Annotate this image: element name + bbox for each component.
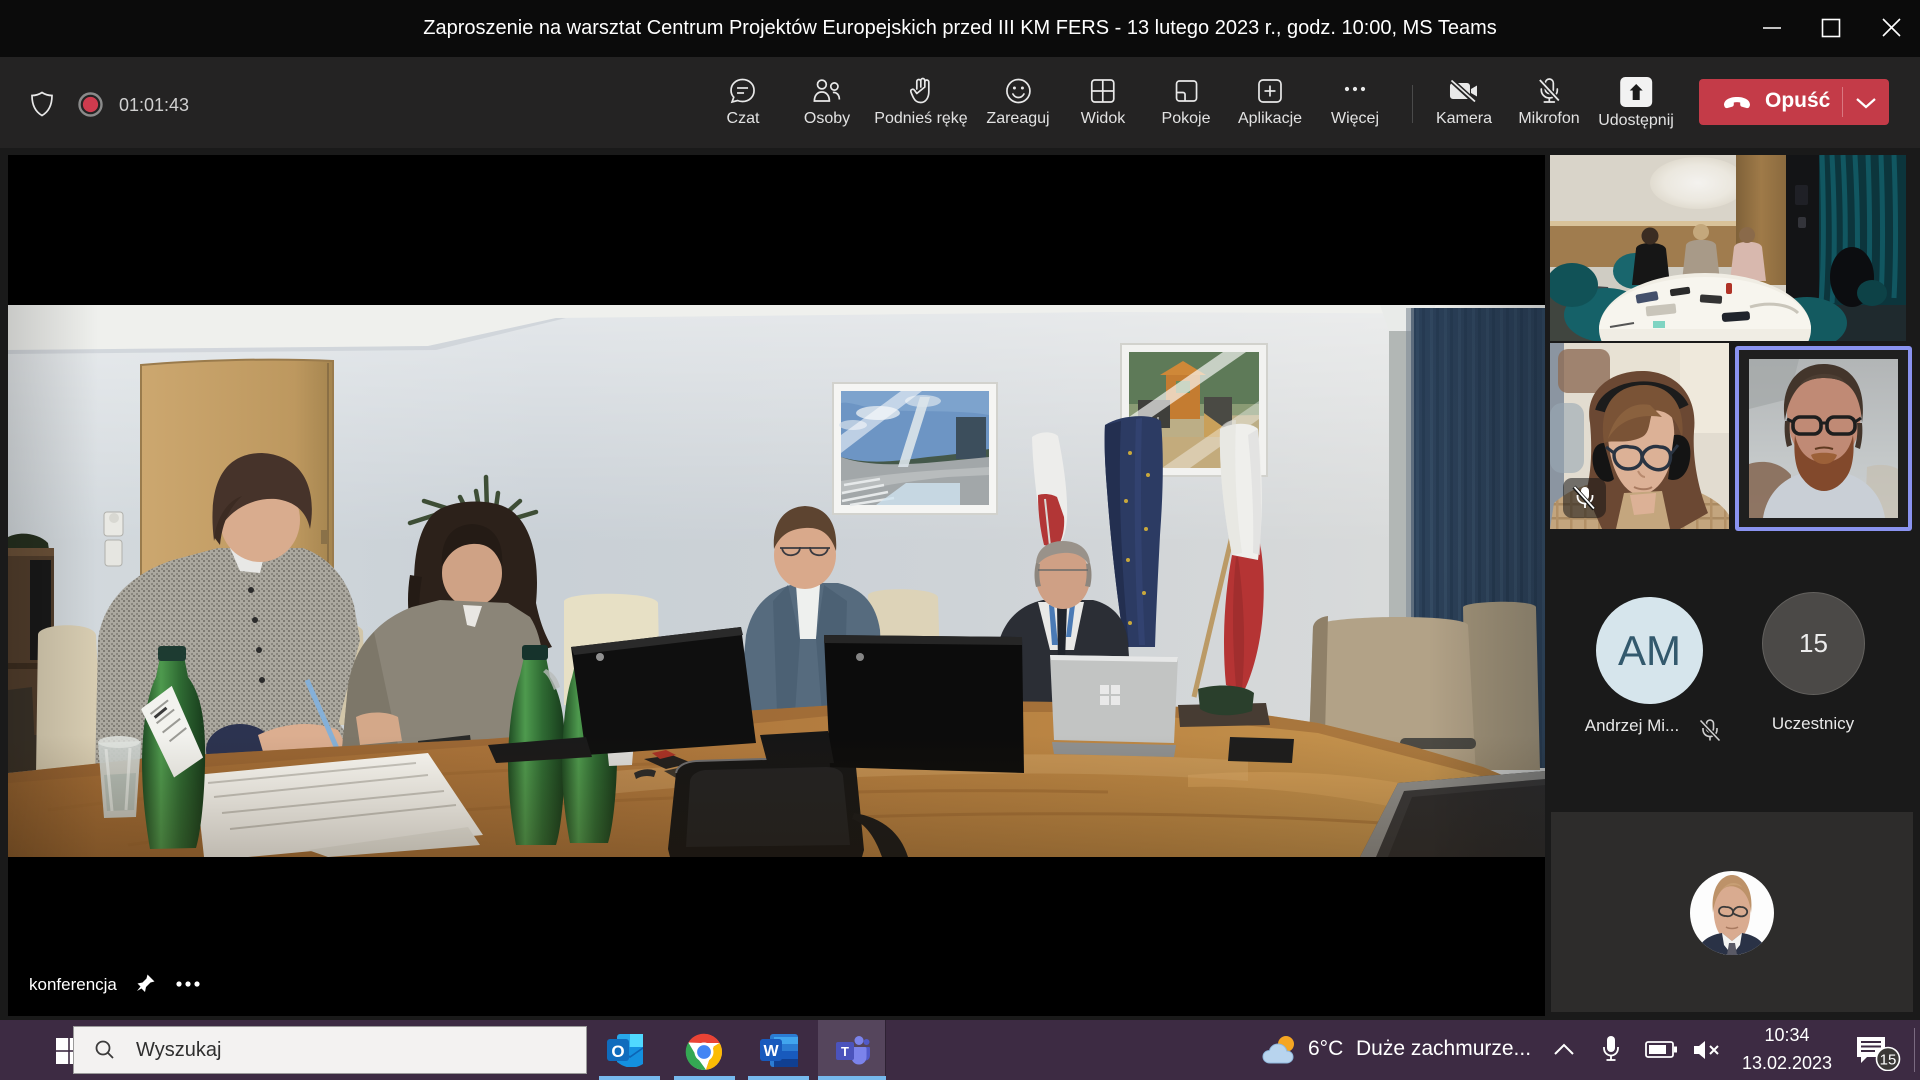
svg-text:O: O bbox=[611, 1042, 624, 1061]
svg-text:15: 15 bbox=[1880, 1052, 1897, 1069]
svg-text:W: W bbox=[763, 1043, 779, 1060]
svg-text:T: T bbox=[841, 1044, 849, 1059]
